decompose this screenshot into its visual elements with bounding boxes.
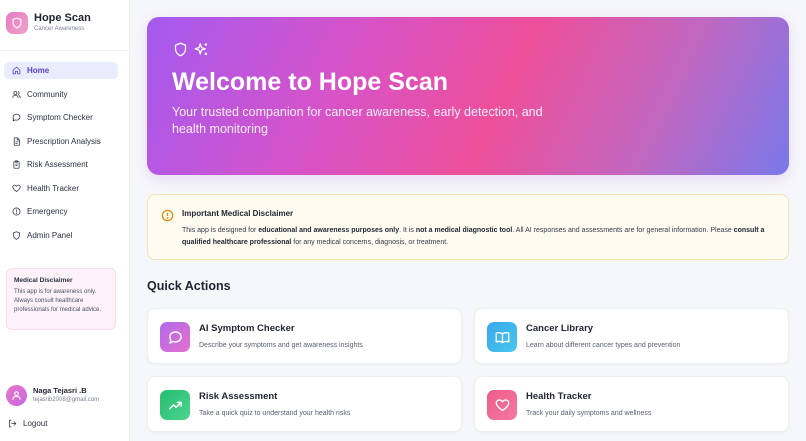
- sidebar-disclaimer-title: Medical Disclaimer: [14, 277, 73, 284]
- alert-circle-icon: [12, 207, 21, 216]
- card-title: Cancer Library: [526, 323, 594, 334]
- sidebar-item-admin-panel[interactable]: Admin Panel: [4, 227, 118, 244]
- sidebar: Hope Scan Cancer Awareness Home Communit…: [0, 0, 130, 441]
- card-description: Track your daily symptoms and wellness: [526, 410, 652, 417]
- home-icon: [12, 66, 21, 75]
- logout-icon: [9, 419, 17, 428]
- ai-symptom-checker-card[interactable]: AI Symptom Checker Describe your symptom…: [147, 308, 462, 364]
- disclaimer-title: Important Medical Disclaimer: [182, 209, 294, 218]
- user-profile[interactable]: Naga Tejasri .B tejasrib2008@gmail.com: [6, 385, 99, 406]
- card-title: AI Symptom Checker: [199, 323, 295, 334]
- disclaimer-text-part: This app is designed for: [182, 227, 259, 234]
- users-icon: [12, 90, 21, 98]
- disclaimer-text-part: . All AI responses and assessments are f…: [512, 227, 734, 234]
- file-icon: [13, 136, 20, 146]
- sidebar-item-label: Community: [27, 89, 68, 99]
- card-icon-wrap: [487, 322, 517, 352]
- sidebar-item-label: Home: [27, 66, 50, 75]
- alert-circle-icon: [161, 209, 174, 222]
- card-icon-wrap: [487, 390, 517, 420]
- brand-title: Hope Scan: [34, 12, 91, 24]
- medical-disclaimer-banner: Important Medical Disclaimer This app is…: [147, 194, 789, 260]
- sidebar-item-risk-assessment[interactable]: Risk Assessment: [4, 156, 118, 173]
- sidebar-item-prescription-analysis[interactable]: Prescription Analysis: [4, 133, 118, 150]
- avatar: [6, 385, 27, 406]
- heart-icon: [495, 398, 509, 411]
- sparkles-icon: [194, 43, 208, 56]
- cancer-library-card[interactable]: Cancer Library Learn about different can…: [474, 308, 789, 364]
- sidebar-disclaimer-text: This app is for awareness only. Always c…: [14, 289, 102, 313]
- card-icon-wrap: [160, 390, 190, 420]
- sidebar-item-label: Admin Panel: [27, 230, 73, 240]
- shield-icon: [13, 230, 20, 240]
- hero-subtitle: Your trusted companion for cancer awaren…: [172, 105, 543, 136]
- book-icon: [495, 331, 509, 343]
- sidebar-disclaimer: Medical Disclaimer This app is for aware…: [6, 268, 116, 330]
- logout-button[interactable]: Logout: [8, 419, 47, 428]
- card-title: Risk Assessment: [199, 391, 278, 402]
- disclaimer-bold-part: educational and awareness purposes only: [258, 227, 400, 234]
- sidebar-item-health-tracker[interactable]: Health Tracker: [4, 180, 118, 197]
- card-description: Take a quick quiz to understand your hea…: [199, 410, 351, 417]
- user-name: Naga Tejasri .B: [33, 386, 87, 395]
- sidebar-divider: [0, 50, 130, 51]
- sidebar-item-symptom-checker[interactable]: Symptom Checker: [4, 109, 118, 126]
- page-title: Welcome to Hope Scan: [172, 68, 448, 96]
- sidebar-item-label: Health Tracker: [27, 183, 80, 193]
- brand-subtitle: Cancer Awareness: [34, 26, 85, 32]
- logout-label: Logout: [23, 419, 48, 428]
- disclaimer-text-part: . It is: [399, 227, 416, 234]
- sidebar-item-home[interactable]: Home: [4, 62, 118, 79]
- disclaimer-text: This app is designed for educational and…: [182, 225, 772, 249]
- risk-assessment-card[interactable]: Risk Assessment Take a quick quiz to und…: [147, 376, 462, 432]
- brand-logo-icon: [6, 12, 28, 34]
- sidebar-item-label: Symptom Checker: [27, 113, 93, 122]
- disclaimer-text-part: for any medical concerns, diagnosis, or …: [291, 239, 449, 246]
- quick-actions-heading: Quick Actions: [147, 279, 231, 293]
- card-description: Describe your symptoms and get awareness…: [199, 342, 363, 349]
- chat-bubble-icon: [168, 330, 182, 344]
- card-description: Learn about different cancer types and p…: [526, 342, 681, 349]
- sidebar-item-label: Prescription Analysis: [27, 136, 101, 146]
- user-email: tejasrib2008@gmail.com: [33, 397, 100, 403]
- clipboard-icon: [13, 160, 20, 169]
- shield-icon: [174, 42, 187, 57]
- disclaimer-bold-part: not a medical diagnostic tool: [415, 227, 513, 234]
- chat-icon: [12, 113, 21, 122]
- card-icon-wrap: [160, 322, 190, 352]
- card-title: Health Tracker: [526, 391, 592, 402]
- sidebar-item-label: Risk Assessment: [27, 160, 88, 169]
- sidebar-item-emergency[interactable]: Emergency: [4, 203, 118, 220]
- heart-icon: [12, 184, 21, 192]
- welcome-hero: Welcome to Hope Scan Your trusted compan…: [147, 17, 789, 175]
- sidebar-item-label: Emergency: [27, 207, 68, 216]
- brand[interactable]: Hope Scan Cancer Awareness: [6, 12, 91, 34]
- sidebar-item-community[interactable]: Community: [4, 86, 118, 103]
- sidebar-nav: Home Community Symptom Checker Prescript…: [4, 62, 118, 250]
- trending-up-icon: [168, 401, 182, 409]
- health-tracker-card[interactable]: Health Tracker Track your daily symptoms…: [474, 376, 789, 432]
